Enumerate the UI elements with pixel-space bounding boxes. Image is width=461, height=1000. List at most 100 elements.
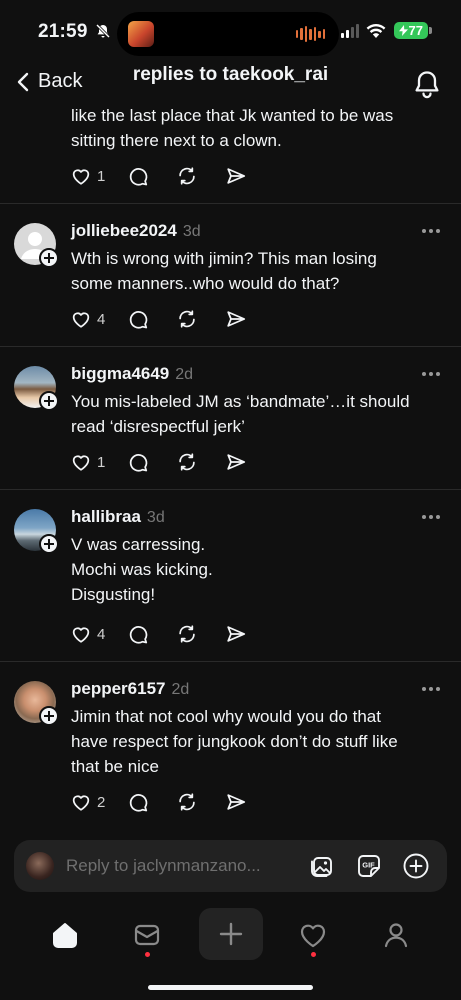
reply-body: Jimin that not cool why would you do tha… — [71, 704, 441, 779]
battery-icon: 77 — [394, 22, 428, 39]
heart-icon — [72, 627, 90, 643]
comment-button[interactable] — [127, 623, 149, 645]
reply-body: V was carressing. Mochi was kicking. Dis… — [71, 532, 441, 607]
reply-body: like the last place that Jk wanted to be… — [71, 103, 441, 153]
reply-body: You mis-labeled JM as ‘bandmate’…it shou… — [71, 389, 441, 439]
inbox-icon[interactable] — [131, 919, 163, 951]
like-button[interactable]: 4 — [70, 308, 105, 330]
username[interactable]: jolliebee2024 — [71, 221, 177, 241]
share-button[interactable] — [225, 623, 247, 645]
more-options-icon[interactable] — [422, 227, 442, 235]
reply-actions: 1 — [70, 163, 247, 189]
reply-text-line: some manners..who would do that? — [71, 274, 340, 293]
reply-text-line: like the last place that Jk wanted to be… — [71, 106, 394, 125]
reply-text-line: Disgusting! — [71, 585, 156, 604]
reply-text-line: Jimin that not cool why would you do tha… — [71, 707, 381, 726]
reply-meta: jolliebee2024 3d — [71, 221, 201, 241]
status-bar: 21:59 77 — [0, 0, 461, 62]
repost-icon — [179, 625, 196, 643]
more-options-icon[interactable] — [422, 513, 442, 521]
profile-icon[interactable] — [380, 919, 412, 951]
svg-text:GIF: GIF — [362, 861, 375, 870]
comment-bubble-icon — [130, 454, 148, 472]
share-button[interactable] — [225, 451, 247, 473]
bell-icon[interactable] — [413, 69, 441, 99]
inbox-notification-dot — [145, 952, 150, 957]
timestamp: 2d — [171, 681, 190, 698]
activity-heart-icon[interactable] — [297, 919, 329, 951]
send-icon — [227, 311, 246, 327]
create-button[interactable] — [199, 908, 263, 960]
reply-item[interactable]: hallibraa 3d V was carressing. Mochi was… — [0, 490, 461, 662]
add-circle-icon[interactable] — [402, 852, 430, 880]
follow-plus-icon[interactable] — [39, 706, 59, 726]
like-count: 1 — [97, 167, 106, 185]
home-indicator[interactable] — [148, 985, 313, 990]
reply-item[interactable]: pepper6157 2d Jimin that not cool why wo… — [0, 662, 461, 835]
comment-button[interactable] — [127, 308, 149, 330]
follow-plus-icon[interactable] — [39, 391, 59, 411]
home-icon[interactable] — [49, 919, 81, 951]
album-art-icon — [128, 21, 154, 47]
username[interactable]: biggma4649 — [71, 364, 169, 384]
reply-composer[interactable]: GIF — [14, 840, 447, 892]
follow-plus-icon[interactable] — [39, 534, 59, 554]
battery-level: 77 — [408, 23, 423, 38]
reply-actions: 4 — [70, 306, 247, 332]
username[interactable]: pepper6157 — [71, 679, 166, 699]
dynamic-island[interactable] — [117, 12, 339, 56]
create-icon — [219, 922, 243, 946]
repost-button[interactable] — [176, 308, 198, 330]
reply-meta: biggma4649 2d — [71, 364, 193, 384]
share-button[interactable] — [225, 165, 247, 187]
heart-icon — [72, 312, 90, 328]
chevron-left-icon — [17, 72, 29, 91]
follow-plus-icon[interactable] — [39, 248, 59, 268]
gif-icon[interactable]: GIF — [355, 852, 383, 880]
comment-bubble-icon — [130, 311, 148, 329]
gallery-icon[interactable] — [308, 852, 336, 880]
comment-button[interactable] — [127, 165, 149, 187]
share-button[interactable] — [225, 791, 247, 813]
like-button[interactable]: 1 — [70, 451, 105, 473]
repost-button[interactable] — [176, 791, 198, 813]
send-icon — [227, 794, 246, 810]
like-count: 2 — [97, 793, 106, 811]
activity-notification-dot — [311, 952, 316, 957]
reply-text-line: read ‘disrespectful jerk’ — [71, 417, 245, 436]
like-button[interactable]: 2 — [70, 791, 105, 813]
avatar-container[interactable] — [14, 223, 59, 268]
replies-feed[interactable]: like the last place that Jk wanted to be… — [0, 100, 461, 835]
status-time: 21:59 — [38, 21, 88, 42]
comment-button[interactable] — [127, 451, 149, 473]
avatar-container[interactable] — [14, 366, 59, 411]
like-button[interactable]: 4 — [70, 623, 105, 645]
reply-item[interactable]: like the last place that Jk wanted to be… — [0, 100, 461, 204]
reply-item[interactable]: biggma4649 2d You mis-labeled JM as ‘ban… — [0, 347, 461, 490]
reply-item[interactable]: jolliebee2024 3d Wth is wrong with jimin… — [0, 204, 461, 347]
reply-text-line: sitting there next to a clown. — [71, 131, 282, 150]
repost-button[interactable] — [176, 451, 198, 473]
back-button[interactable]: Back — [16, 70, 82, 93]
bottom-tab-bar — [0, 905, 461, 965]
reply-actions: 1 — [70, 449, 247, 475]
avatar-container[interactable] — [14, 681, 59, 726]
repost-button[interactable] — [176, 623, 198, 645]
heart-icon — [72, 169, 90, 185]
repost-icon — [179, 310, 196, 328]
heart-icon — [72, 455, 90, 471]
share-button[interactable] — [225, 308, 247, 330]
comment-button[interactable] — [127, 791, 149, 813]
username[interactable]: hallibraa — [71, 507, 141, 527]
avatar-container[interactable] — [14, 509, 59, 554]
reply-input[interactable] — [66, 853, 296, 879]
repost-icon — [179, 453, 196, 471]
more-options-icon[interactable] — [422, 685, 442, 693]
reply-text-line: You mis-labeled JM as ‘bandmate’…it shou… — [71, 392, 410, 411]
wifi-icon — [366, 23, 386, 38]
reply-text-line: Mochi was kicking. — [71, 560, 213, 579]
like-button[interactable]: 1 — [70, 165, 105, 187]
repost-button[interactable] — [176, 165, 198, 187]
comment-bubble-icon — [130, 626, 148, 644]
more-options-icon[interactable] — [422, 370, 442, 378]
